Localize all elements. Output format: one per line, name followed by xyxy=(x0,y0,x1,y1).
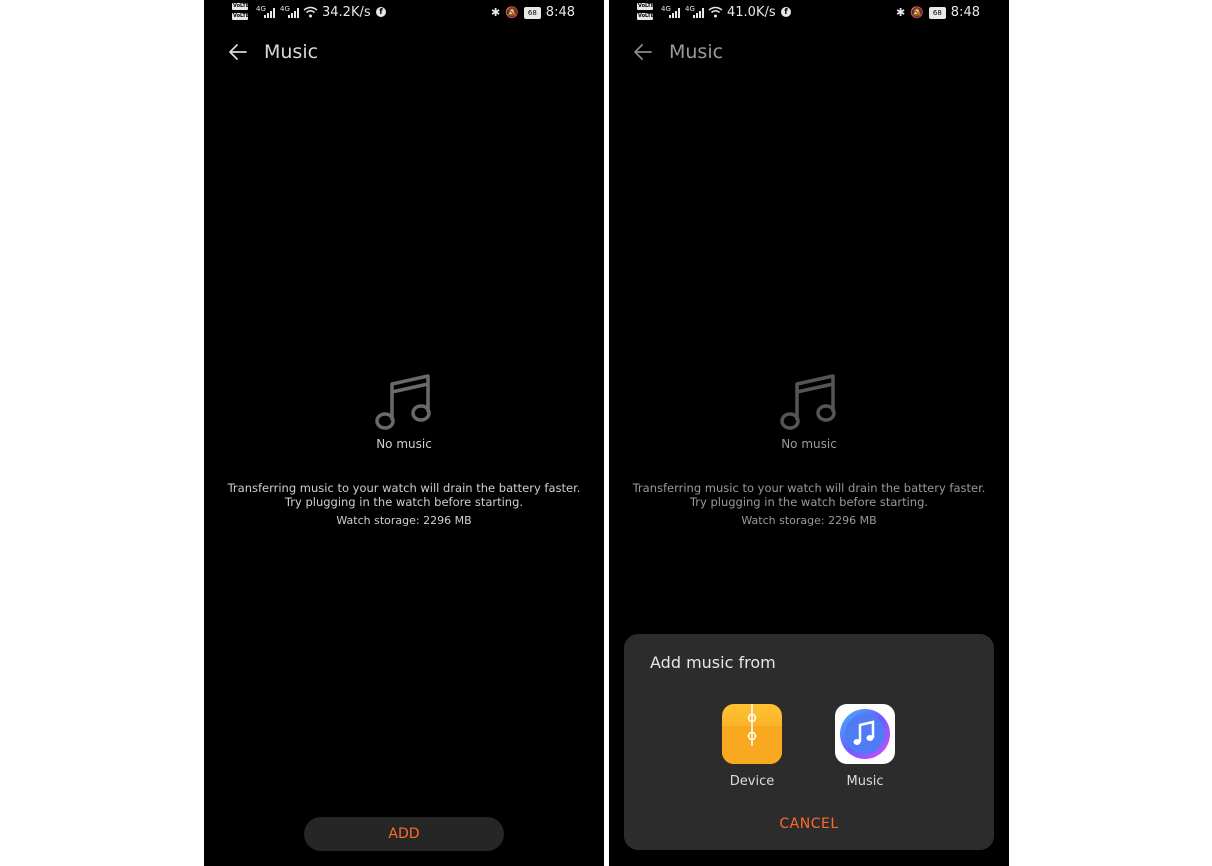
status-bar: VoLTE VoLTE 4G 4G 34.2K/s f ✱ 🔕 68 8:48 xyxy=(204,0,604,28)
bluetooth-icon: ✱ xyxy=(895,6,906,19)
facebook-notification-icon: f xyxy=(376,7,386,17)
sim-indicators: VoLTE VoLTE xyxy=(637,3,657,23)
volte-badge: VoLTE xyxy=(637,13,653,20)
battery-hint-text: Transferring music to your watch will dr… xyxy=(227,481,581,509)
mute-bell-icon: 🔕 xyxy=(505,6,519,19)
signal-strength-icon xyxy=(288,8,299,18)
battery-hint-text: Transferring music to your watch will dr… xyxy=(632,481,986,509)
option-label: Device xyxy=(729,774,775,789)
watch-storage-text: Watch storage: 2296 MB xyxy=(741,514,877,527)
signal-strength-icon xyxy=(693,8,704,18)
mute-bell-icon: 🔕 xyxy=(910,6,924,19)
add-button[interactable]: ADD xyxy=(304,817,504,851)
battery-icon: 68 xyxy=(523,6,541,19)
watch-storage-text: Watch storage: 2296 MB xyxy=(336,514,472,527)
bluetooth-icon: ✱ xyxy=(490,6,501,19)
phone-screen-music-empty: VoLTE VoLTE 4G 4G 34.2K/s f ✱ 🔕 68 8:48 … xyxy=(204,0,604,866)
music-note-icon xyxy=(375,374,431,430)
music-note-icon xyxy=(780,374,836,430)
facebook-notification-icon: f xyxy=(781,7,791,17)
dialog-title: Add music from xyxy=(650,653,776,672)
add-music-dialog: Add music from Device Music CANCEL xyxy=(624,634,994,850)
option-label: Music xyxy=(846,774,884,789)
battery-icon: 68 xyxy=(928,6,946,19)
clock: 8:48 xyxy=(545,5,575,20)
wifi-icon xyxy=(708,6,723,18)
wifi-icon xyxy=(303,6,318,18)
volte-badge: VoLTE xyxy=(637,3,653,10)
cancel-button[interactable]: CANCEL xyxy=(624,816,994,832)
option-device[interactable]: Device xyxy=(712,704,792,789)
files-folder-icon[interactable] xyxy=(722,704,782,764)
page-title: Music xyxy=(669,41,724,63)
signal-strength-icon xyxy=(264,8,275,18)
network-speed: 41.0K/s xyxy=(727,5,776,20)
status-bar: VoLTE VoLTE 4G 4G 41.0K/s f ✱ 🔕 68 8:48 xyxy=(609,0,1009,28)
music-app-icon[interactable] xyxy=(835,704,895,764)
clock: 8:48 xyxy=(950,5,980,20)
network-speed: 34.2K/s xyxy=(322,5,371,20)
back-arrow-icon[interactable] xyxy=(226,40,250,64)
option-music[interactable]: Music xyxy=(825,704,905,789)
phone-screen-add-music-dialog: VoLTE VoLTE 4G 4G 41.0K/s f ✱ 🔕 68 8:48 … xyxy=(609,0,1009,866)
volte-badge: VoLTE xyxy=(232,3,248,10)
empty-state-label: No music xyxy=(376,437,432,451)
volte-badge: VoLTE xyxy=(232,13,248,20)
signal-strength-icon xyxy=(669,8,680,18)
empty-state-label: No music xyxy=(781,437,837,451)
page-title: Music xyxy=(264,41,319,63)
sim-indicators: VoLTE VoLTE xyxy=(232,3,252,23)
back-arrow-icon[interactable] xyxy=(631,40,655,64)
